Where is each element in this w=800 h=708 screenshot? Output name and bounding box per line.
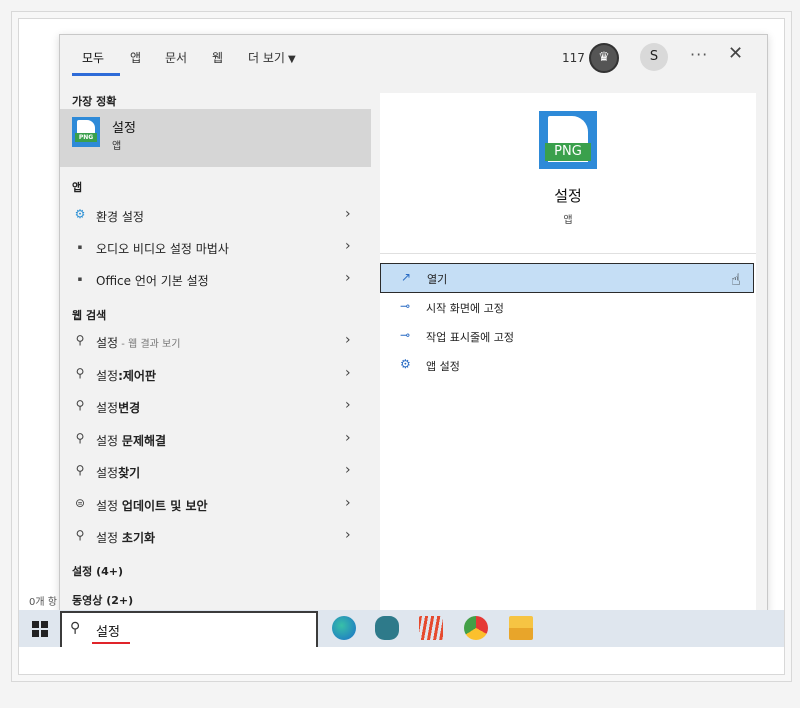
list-item[interactable]: ▪ 오디오 비디오 설정 마법사 › — [60, 235, 371, 261]
list-item-label: 설정 업데이트 및 보안 — [96, 499, 208, 513]
preview-pane: PNG 설정 앱 ↗ 열기 ☝ ⊸ 시작 화면에 고정 ⊸ 작업 표시줄에 고정… — [380, 93, 756, 612]
chevron-right-icon: › — [345, 332, 351, 348]
list-item-label: 설정:제어판 — [96, 369, 157, 383]
search-icon: ⚲ — [75, 366, 85, 380]
chevron-right-icon: › — [345, 527, 351, 543]
tab-more[interactable]: 더 보기 ▼ — [248, 49, 296, 66]
screenshot-frame: 0개 항 모두 앱 문서 웹 더 보기 ▼ 117 ♛ S ··· ✕ 가장 정확… — [18, 18, 785, 675]
videos-more-heading[interactable]: 동영상 (2+) — [72, 592, 133, 608]
list-item[interactable]: ⚙ 환경 설정 › — [60, 203, 371, 229]
gear-icon: ⚙ — [74, 207, 86, 221]
trophy-icon[interactable]: ♛ — [589, 43, 619, 73]
web-result-item[interactable]: ⚲ 설정 - 웹 결과 보기 › — [60, 329, 371, 355]
chevron-right-icon: › — [345, 495, 351, 511]
web-result-item[interactable]: ⊜ 설정 업데이트 및 보안 › — [60, 492, 371, 518]
app-icon: ▪ — [77, 275, 83, 283]
preview-title: 설정 — [554, 187, 582, 205]
update-icon: ⊜ — [74, 496, 86, 510]
action-label: 시작 화면에 고정 — [426, 302, 504, 315]
search-tabs-bar: 모두 앱 문서 웹 더 보기 ▼ 117 ♛ S ··· ✕ — [60, 35, 767, 93]
list-item-label: 설정 문제해결 — [96, 434, 167, 448]
action-label: 열기 — [427, 273, 448, 286]
png-file-icon: PNG — [72, 117, 100, 147]
settings-more-heading[interactable]: 설정 (4+) — [72, 563, 123, 579]
tab-apps[interactable]: 앱 — [130, 49, 141, 66]
start-search-panel: 모두 앱 문서 웹 더 보기 ▼ 117 ♛ S ··· ✕ 가장 정확 PNG … — [59, 34, 768, 613]
windows-start-icon[interactable] — [32, 621, 48, 637]
list-item-label: 설정변경 — [96, 401, 141, 415]
chevron-right-icon: › — [345, 462, 351, 478]
search-icon: ⚲ — [70, 620, 81, 636]
app-icon[interactable] — [419, 616, 443, 640]
list-item-label: Office 언어 기본 설정 — [96, 274, 209, 288]
pin-icon: ⊸ — [400, 328, 411, 342]
chevron-right-icon: › — [345, 365, 351, 381]
preview-header: PNG 설정 앱 — [380, 93, 756, 254]
list-item-label: 오디오 비디오 설정 마법사 — [96, 242, 229, 256]
rewards-count: 117 — [562, 51, 585, 65]
search-icon: ⚲ — [75, 463, 85, 477]
list-item-label: 환경 설정 — [96, 210, 144, 224]
best-match-title: 설정 — [112, 121, 136, 136]
action-label: 작업 표시줄에 고정 — [426, 331, 514, 344]
png-file-icon: PNG — [539, 111, 597, 169]
app-icon: ▪ — [77, 243, 83, 251]
action-label: 앱 설정 — [426, 360, 460, 373]
edge-browser-icon[interactable] — [332, 616, 356, 640]
item-count-text: 0개 항 — [29, 597, 57, 608]
best-match-item[interactable]: PNG 설정 앱 — [60, 109, 371, 167]
gear-icon: ⚙ — [400, 357, 411, 371]
close-icon[interactable]: ✕ — [728, 43, 743, 64]
pin-to-taskbar-action[interactable]: ⊸ 작업 표시줄에 고정 — [380, 322, 754, 350]
preview-type: 앱 — [563, 215, 573, 226]
taskbar: ⚲ 설정 — [19, 610, 784, 649]
search-icon: ⚲ — [75, 333, 85, 347]
open-icon: ↗ — [401, 270, 412, 284]
web-result-item[interactable]: ⚲ 설정:제어판 › — [60, 362, 371, 388]
chrome-browser-icon[interactable] — [464, 616, 488, 640]
tab-more-label: 더 보기 — [248, 51, 285, 65]
search-icon: ⚲ — [75, 431, 85, 445]
chevron-right-icon: › — [345, 270, 351, 286]
app-icon[interactable] — [375, 616, 399, 640]
list-item[interactable]: ▪ Office 언어 기본 설정 › — [60, 267, 371, 293]
tab-documents[interactable]: 문서 — [165, 49, 187, 66]
list-item-label: 설정 - 웹 결과 보기 — [96, 336, 181, 350]
taskbar-search-input[interactable]: ⚲ 설정 — [60, 611, 318, 649]
avatar[interactable]: S — [640, 43, 668, 71]
list-item-label: 설정 초기화 — [96, 531, 156, 545]
web-result-item[interactable]: ⚲ 설정찾기 › — [60, 459, 371, 485]
chevron-right-icon: › — [345, 430, 351, 446]
search-icon: ⚲ — [75, 398, 85, 412]
tab-all[interactable]: 모두 — [82, 49, 104, 66]
more-options-icon[interactable]: ··· — [690, 45, 708, 64]
bottom-margin — [19, 647, 784, 674]
hand-cursor-icon: ☝ — [731, 270, 741, 289]
chevron-right-icon: › — [345, 206, 351, 222]
pin-to-start-action[interactable]: ⊸ 시작 화면에 고정 — [380, 293, 754, 321]
search-icon: ⚲ — [75, 528, 85, 542]
best-match-heading: 가장 정확 — [72, 95, 117, 108]
web-result-item[interactable]: ⚲ 설정변경 › — [60, 394, 371, 420]
results-list: 가장 정확 PNG 설정 앱 앱 ⚙ 환경 설정 › ▪ 오디오 비디오 설정 … — [60, 93, 371, 612]
best-match-type: 앱 — [112, 141, 122, 152]
spellcheck-underline — [92, 642, 130, 644]
open-action[interactable]: ↗ 열기 ☝ — [380, 263, 754, 293]
chevron-down-icon: ▼ — [287, 54, 296, 65]
file-explorer-icon[interactable] — [509, 616, 533, 640]
search-query: 설정 — [96, 625, 120, 640]
chevron-right-icon: › — [345, 397, 351, 413]
web-search-heading: 웹 검색 — [72, 309, 107, 322]
pin-icon: ⊸ — [400, 299, 411, 313]
list-item-label: 설정찾기 — [96, 466, 141, 480]
apps-heading: 앱 — [72, 181, 83, 194]
web-result-item[interactable]: ⚲ 설정 문제해결 › — [60, 427, 371, 453]
active-tab-indicator — [72, 73, 120, 76]
app-settings-action[interactable]: ⚙ 앱 설정 — [380, 351, 754, 379]
tab-web[interactable]: 웹 — [212, 49, 223, 66]
web-result-item[interactable]: ⚲ 설정 초기화 › — [60, 524, 371, 550]
chevron-right-icon: › — [345, 238, 351, 254]
